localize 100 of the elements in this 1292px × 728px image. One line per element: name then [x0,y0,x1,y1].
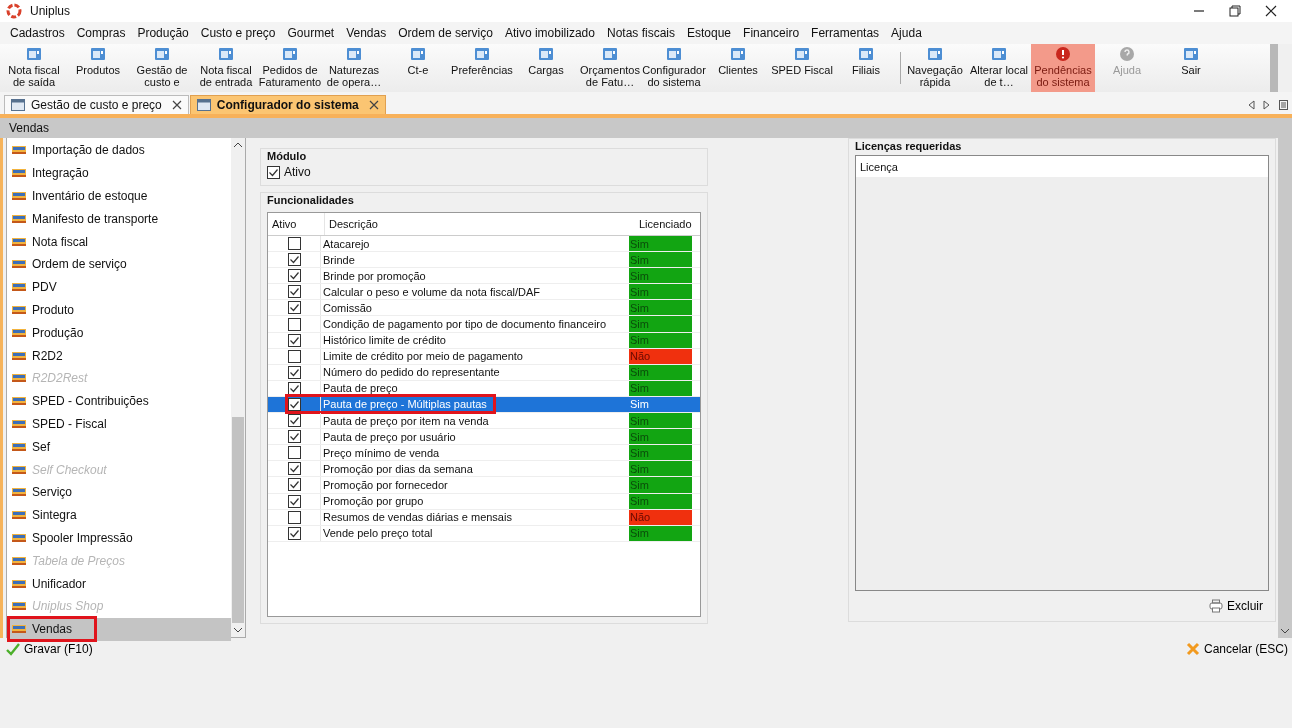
module-icon [12,555,26,566]
checkbox[interactable] [287,333,301,347]
checkbox[interactable] [287,349,301,363]
toolbar-button[interactable]: Orçamentos de Fatu… [578,44,642,92]
sidebar-item[interactable]: Manifesto de transporte [7,207,231,231]
checkbox[interactable] [267,165,280,179]
checkbox[interactable] [287,301,301,315]
column-header[interactable]: Descrição [325,213,635,235]
checkbox[interactable] [287,365,301,379]
checkbox[interactable] [287,317,301,331]
checkbox[interactable] [287,510,301,524]
table-cell-text: Brinde por promoção [322,268,427,284]
sidebar-item[interactable]: Nota fiscal [7,230,231,253]
sidebar-item[interactable]: SPED - Fiscal [7,412,231,436]
menu-item[interactable]: Gourmet [281,26,341,40]
delete-button[interactable]: Excluir [1203,597,1269,615]
save-button[interactable]: Gravar (F10) [4,640,95,658]
column-header[interactable]: Ativo [268,213,325,235]
toolbar-button[interactable]: Nota fiscal de saída [2,44,66,92]
help-icon [1119,46,1135,62]
checkbox[interactable] [287,430,301,444]
list-icon[interactable] [1279,100,1288,110]
toolbar-button[interactable]: Gestão de custo e [130,44,194,92]
menu-item[interactable]: Financeiro [737,26,806,40]
module-icon [12,624,26,635]
checkbox[interactable] [287,269,301,283]
checkbox-label[interactable]: Ativo [284,165,311,179]
menu-item[interactable]: Custo e preço [194,26,282,40]
sidebar-item[interactable]: Inventário de estoque [7,184,231,208]
sidebar-item[interactable]: Sef [7,435,231,459]
close-icon[interactable] [171,100,182,110]
column-header[interactable]: Licenciado [635,213,701,235]
checkbox[interactable] [287,237,301,251]
tab[interactable]: Gestão de custo e preço [4,95,189,114]
toolbar-button[interactable]: Sair [1159,44,1223,92]
column-header[interactable]: Licença [856,156,1268,177]
scrollbar[interactable] [1278,138,1292,638]
table-cell-text: Calcular o peso e volume da nota fiscal/DAF [322,284,542,300]
scrollbar[interactable] [231,138,245,637]
menu-item[interactable]: Cadastros [4,26,71,40]
checkbox[interactable] [287,526,301,540]
toolbar-button[interactable]: Configurador do sistema [642,44,706,92]
sidebar-item[interactable]: Vendas [7,617,231,641]
cancel-button[interactable]: Cancelar (ESC) [1183,640,1290,658]
menu-item[interactable]: Ordem de serviço [392,26,499,40]
checkbox[interactable] [287,462,301,476]
sidebar-item[interactable]: Ordem de serviço [7,253,231,276]
printer-icon [1209,599,1223,613]
menu-item[interactable]: Notas fiscais [600,26,681,40]
tab[interactable]: Configurador do sistema [189,95,386,114]
sidebar-item[interactable]: PDV [7,275,231,299]
checkbox[interactable] [287,285,301,299]
checkbox[interactable] [287,446,301,460]
menu-item[interactable]: Compras [70,26,132,40]
sidebar-item[interactable]: Produto [7,298,231,322]
sidebar-item[interactable]: SPED - Contribuições [7,389,231,413]
checkmark-icon [6,642,20,656]
restore-icon[interactable] [1228,4,1242,18]
menu-item[interactable]: Ajuda [885,26,928,40]
sidebar-item[interactable]: R2D2 [7,344,231,367]
table-cell-text: Promoção por grupo [322,494,425,509]
sidebar-item[interactable]: Produção [7,321,231,345]
right-arrow-icon[interactable] [1263,100,1271,110]
checkbox[interactable] [287,398,301,411]
toolbar-button[interactable]: Preferências [450,44,514,92]
module-icon [12,464,26,475]
menu-item[interactable]: Produção [131,26,195,40]
left-arrow-icon[interactable] [1247,100,1255,110]
scrollbar-thumb[interactable] [232,417,244,623]
checkbox[interactable] [287,253,301,267]
toolbar-button[interactable]: Alterar local de t… [967,44,1031,92]
checkbox[interactable] [287,381,301,395]
sidebar-item[interactable]: Spooler Impressão [7,526,231,550]
close-icon[interactable] [1264,4,1278,18]
sidebar-item[interactable]: Serviço [7,480,231,504]
checkbox[interactable] [287,414,301,428]
menu-item[interactable]: Vendas [340,26,393,40]
toolbar-button[interactable]: Naturezas de opera… [322,44,386,92]
sidebar-item[interactable]: Importação de dados [7,139,231,162]
sidebar-item[interactable]: Integração [7,161,231,185]
menu-item[interactable]: Ativo imobilizado [498,26,601,40]
toolbar-button[interactable]: SPED Fiscal [770,44,834,92]
close-icon[interactable] [368,100,379,110]
toolbar-button[interactable]: Pendências do sistema [1031,44,1095,92]
menu-item[interactable]: Estoque [681,26,738,40]
sidebar-item[interactable]: Unificador [7,572,231,595]
sidebar-item[interactable]: Sintegra [7,503,231,527]
table-cell-text: Vende pelo preço total [322,526,434,541]
toolbar-button[interactable]: Nota fiscal de entrada [194,44,258,92]
table-cell-text: Brinde [322,252,356,268]
checkbox[interactable] [287,494,301,508]
toolbar-button[interactable]: Navegação rápida [903,44,967,92]
toolbar-button[interactable]: Filiais [834,44,898,92]
toolbar-button[interactable]: Ct-e [386,44,450,92]
toolbar-button[interactable]: Pedidos de Faturamento [258,44,322,92]
toolbar-button[interactable]: Produtos [66,44,130,92]
toolbar-button[interactable]: Cargas [514,44,578,92]
menu-item[interactable]: Ferramentas [805,26,886,40]
checkbox[interactable] [287,478,301,492]
toolbar-button[interactable]: Clientes [706,44,770,92]
